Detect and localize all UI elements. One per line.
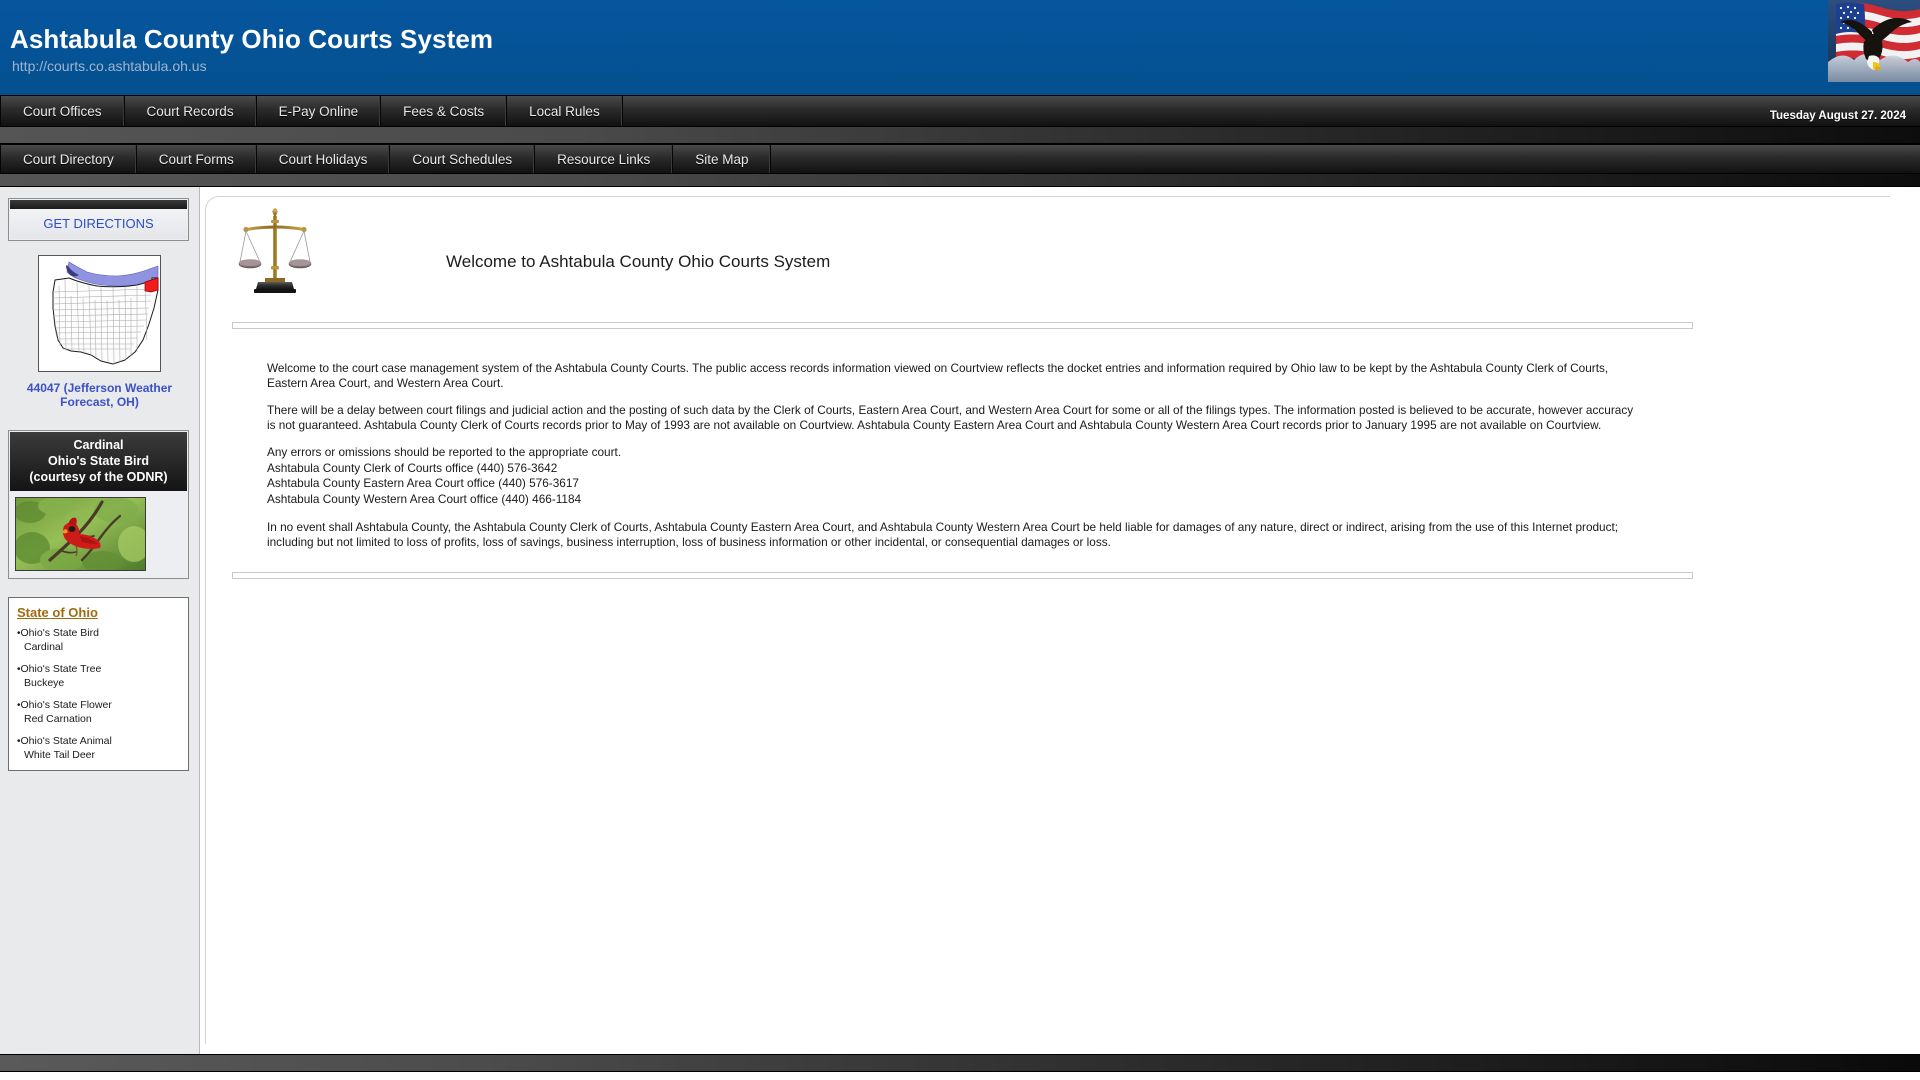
- state-fact-animal-label: Ohio's State Animal: [20, 735, 112, 747]
- site-url: http://courts.co.ashtabula.oh.us: [12, 58, 207, 74]
- state-fact-bird: •Ohio's State Bird Cardinal: [17, 627, 180, 653]
- page-body: GET DIRECTIONS 44047 (Jefferson Weather …: [0, 187, 1920, 1054]
- footer-links: [0, 1074, 1920, 1080]
- get-directions-button[interactable]: GET DIRECTIONS: [10, 209, 187, 239]
- welcome-row: Welcome to Ashtabula County Ohio Courts …: [206, 197, 1890, 322]
- main-content: Welcome to Ashtabula County Ohio Courts …: [201, 187, 1920, 1054]
- state-fact-flower-label: Ohio's State Flower: [20, 699, 112, 711]
- nav-item-court-directory[interactable]: Court Directory: [0, 145, 137, 173]
- scales-of-justice-icon: [238, 208, 312, 293]
- cardinal-box: Cardinal Ohio's State Bird (courtesy of …: [8, 430, 189, 579]
- nav-divider-strip-top: [0, 127, 1920, 144]
- state-fact-tree-value: Buckeye: [24, 676, 65, 689]
- american-flag-eagle-icon: [1828, 0, 1920, 82]
- paragraph-delay: There will be a delay between court fili…: [267, 403, 1634, 432]
- footer-text: [2, 1074, 5, 1080]
- get-directions-box[interactable]: GET DIRECTIONS: [8, 198, 189, 241]
- nav-divider-strip-bottom: [0, 174, 1920, 187]
- divider-rule-bottom: [232, 571, 1693, 579]
- weather-forecast-link[interactable]: 44047 (Jefferson Weather Forecast, OH): [8, 381, 191, 409]
- nav-item-court-schedules[interactable]: Court Schedules: [390, 145, 536, 173]
- content-card: Welcome to Ashtabula County Ohio Courts …: [205, 196, 1890, 1044]
- ohio-county-map-icon[interactable]: [38, 255, 161, 372]
- nav-item-court-holidays[interactable]: Court Holidays: [257, 145, 391, 173]
- contact-western-area-court: Ashtabula County Western Area Court offi…: [267, 491, 582, 506]
- nav-spacer-secondary: [771, 145, 1920, 173]
- state-fact-tree: •Ohio's State Tree Buckeye: [17, 663, 180, 689]
- cardinal-caption-line3: (courtesy of the ODNR): [29, 470, 168, 484]
- nav-item-court-forms[interactable]: Court Forms: [137, 145, 257, 173]
- paragraph-welcome: Welcome to the court case management sys…: [267, 361, 1609, 390]
- secondary-navigation: Court Directory Court Forms Court Holida…: [0, 144, 1920, 174]
- cardinal-photo-wrap: [10, 491, 187, 577]
- current-date: Tuesday August 27. 2024: [1769, 110, 1906, 122]
- state-of-ohio-box: State of Ohio •Ohio's State Bird Cardina…: [8, 597, 189, 771]
- nav-item-epay-online[interactable]: E-Pay Online: [257, 96, 382, 126]
- contact-eastern-area-court: Ashtabula County Eastern Area Court offi…: [267, 476, 579, 491]
- contact-clerk-of-courts: Ashtabula County Clerk of Courts office …: [267, 460, 558, 475]
- nav-item-fees-costs[interactable]: Fees & Costs: [381, 96, 508, 126]
- contact-block: Any errors or omissions should be report…: [267, 445, 1637, 507]
- nav-item-resource-links[interactable]: Resource Links: [535, 145, 674, 173]
- page-title: Ashtabula County Ohio Courts System: [10, 24, 494, 54]
- footer-bar: [0, 1054, 1920, 1072]
- nav-item-court-offices[interactable]: Court Offices: [0, 96, 125, 126]
- cardinal-caption: Cardinal Ohio's State Bird (courtesy of …: [10, 432, 187, 491]
- nav-item-site-map[interactable]: Site Map: [673, 145, 772, 173]
- divider-rule-top: [232, 322, 1693, 329]
- state-fact-animal-value: White Tail Deer: [24, 748, 95, 761]
- state-fact-flower: •Ohio's State Flower Red Carnation: [17, 699, 180, 725]
- site-footer: [0, 1054, 1920, 1080]
- state-fact-tree-label: Ohio's State Tree: [20, 663, 102, 675]
- site-header: Ashtabula County Ohio Courts System http…: [0, 0, 1920, 95]
- cardinal-caption-line1: Cardinal: [73, 438, 124, 452]
- left-sidebar: GET DIRECTIONS 44047 (Jefferson Weather …: [0, 187, 200, 1054]
- errors-notice: Any errors or omissions should be report…: [267, 445, 622, 460]
- state-fact-animal: •Ohio's State Animal White Tail Deer: [17, 735, 180, 761]
- cardinal-caption-line2: Ohio's State Bird: [48, 454, 149, 468]
- state-fact-flower-value: Red Carnation: [24, 712, 92, 725]
- nav-item-court-records[interactable]: Court Records: [125, 96, 257, 126]
- cardinal-bird-photo-icon: [15, 497, 146, 571]
- welcome-heading: Welcome to Ashtabula County Ohio Courts …: [446, 252, 831, 271]
- get-directions-cap: [10, 200, 187, 209]
- nav-item-local-rules[interactable]: Local Rules: [507, 96, 623, 126]
- paragraph-liability: In no event shall Ashtabula County, the …: [267, 520, 1619, 549]
- state-fact-bird-label: Ohio's State Bird: [20, 627, 99, 639]
- primary-navigation: Court Offices Court Records E-Pay Online…: [0, 95, 1920, 127]
- disclaimer-text: Welcome to the court case management sys…: [267, 361, 1637, 550]
- state-fact-bird-value: Cardinal: [24, 640, 64, 653]
- state-of-ohio-heading[interactable]: State of Ohio: [17, 605, 180, 620]
